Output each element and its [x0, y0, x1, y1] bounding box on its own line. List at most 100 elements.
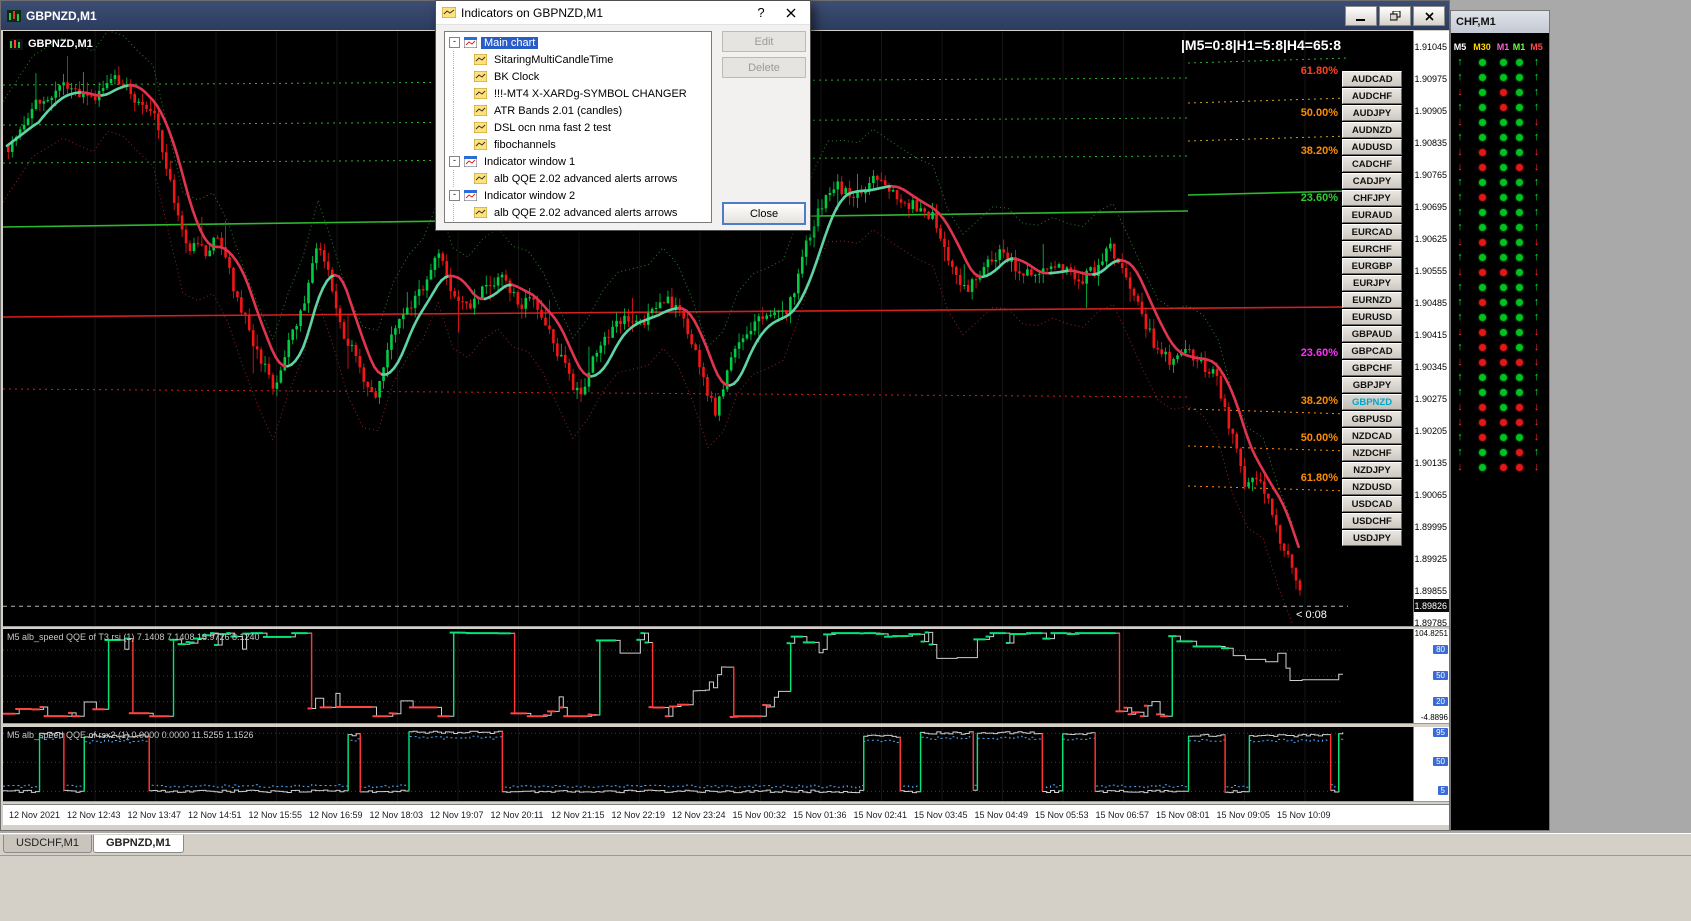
symbol-button-usdcad[interactable]: USDCAD: [1342, 496, 1402, 512]
collapse-icon[interactable]: -: [449, 37, 460, 48]
tree-item-atr-bands-2-01-candles[interactable]: ATR Bands 2.01 (candles): [445, 102, 711, 119]
signal-row-gbpjpy: ↓ ↓: [1451, 325, 1549, 340]
candle-countdown-label: < 0:08: [1296, 609, 1327, 621]
symbol-button-eurcad[interactable]: EURCAD: [1342, 224, 1402, 240]
indicator-icon: [474, 207, 487, 218]
signal-dot: [1515, 134, 1523, 141]
symbol-button-cadjpy[interactable]: CADJPY: [1342, 173, 1402, 189]
tree-item-dsl-ocn-nma-fast-2-test[interactable]: DSL ocn nma fast 2 test: [445, 119, 711, 136]
price-axis-label: 1.90065: [1414, 490, 1447, 500]
indicator-axis-label: 95: [1433, 728, 1448, 738]
symbol-button-chfjpy[interactable]: CHFJPY: [1342, 190, 1402, 206]
up-arrow-icon: ↑: [1457, 101, 1463, 113]
dialog-help-button[interactable]: ?: [746, 3, 776, 23]
indicator2-label: M5 alb_speed QQE of rsx2 (1) 0.0000 0.00…: [7, 730, 254, 740]
signal-column-header: M1: [1512, 41, 1526, 52]
up-arrow-icon: ↑: [1457, 431, 1463, 443]
signal-row-nzdjpy: ↓ ↓: [1451, 400, 1549, 415]
tab-gbpnzd-m1[interactable]: GBPNZD,M1: [92, 835, 184, 853]
delete-button[interactable]: Delete: [722, 57, 806, 78]
symbol-button-gbpcad[interactable]: GBPCAD: [1342, 343, 1402, 359]
symbol-button-nzdcad[interactable]: NZDCAD: [1342, 428, 1402, 444]
up-arrow-icon: ↑: [1533, 386, 1540, 398]
collapse-icon[interactable]: -: [449, 156, 460, 167]
symbol-button-eurchf[interactable]: EURCHF: [1342, 241, 1402, 257]
tree-item-alb-qqe-2-02-advanced-alerts-arrows[interactable]: alb QQE 2.02 advanced alerts arrows: [445, 170, 711, 187]
symbol-button-gbpchf[interactable]: GBPCHF: [1342, 360, 1402, 376]
time-axis-label: 12 Nov 16:59: [309, 810, 363, 820]
minimize-button[interactable]: [1345, 6, 1377, 26]
symbol-button-nzdjpy[interactable]: NZDJPY: [1342, 462, 1402, 478]
tree-item-indicator-window-1[interactable]: - Indicator window 1: [445, 153, 711, 170]
signal-dot: [1515, 419, 1523, 426]
fib-percent-label: 38.20%: [1300, 395, 1338, 407]
symbol-button-usdchf[interactable]: USDCHF: [1342, 513, 1402, 529]
symbol-button-usdjpy[interactable]: USDJPY: [1342, 530, 1402, 546]
price-axis-label: 1.89925: [1414, 554, 1447, 564]
symbol-button-eurusd[interactable]: EURUSD: [1342, 309, 1402, 325]
signal-row-eurjpy: ↓ ↓: [1451, 235, 1549, 250]
tree-guide: [453, 119, 474, 136]
symbol-button-gbpnzd[interactable]: GBPNZD: [1342, 394, 1402, 410]
symbol-button-gbpjpy[interactable]: GBPJPY: [1342, 377, 1402, 393]
symbol-button-audjpy[interactable]: AUDJPY: [1342, 105, 1402, 121]
symbol-button-cadchf[interactable]: CADCHF: [1342, 156, 1402, 172]
signal-dot: [1499, 374, 1507, 381]
symbol-button-eurgbp[interactable]: EURGBP: [1342, 258, 1402, 274]
tree-item-alb-qqe-2-02-advanced-alerts-arrows[interactable]: alb QQE 2.02 advanced alerts arrows: [445, 204, 711, 221]
tree-item-indicator-window-2[interactable]: - Indicator window 2: [445, 187, 711, 204]
restore-button[interactable]: [1379, 6, 1411, 26]
tab-usdchf-m1[interactable]: USDCHF,M1: [3, 835, 92, 853]
tree-item-sitaringmulticandletime[interactable]: SitaringMultiCandleTime: [445, 51, 711, 68]
chart-symbol-label: GBPNZD,M1: [9, 38, 93, 50]
dialog-titlebar[interactable]: Indicators on GBPNZD,M1 ?: [436, 1, 810, 25]
symbol-button-gbpaud[interactable]: GBPAUD: [1342, 326, 1402, 342]
dialog-close-button[interactable]: [776, 3, 806, 23]
down-arrow-icon: ↓: [1533, 236, 1540, 248]
signal-row-usdchf: ↑ ↑: [1451, 445, 1549, 460]
close-button[interactable]: [1413, 6, 1445, 26]
tree-item-fibochannels[interactable]: fibochannels: [445, 136, 711, 153]
osc1-canvas[interactable]: [3, 629, 1413, 723]
symbol-button-nzdchf[interactable]: NZDCHF: [1342, 445, 1402, 461]
edit-button[interactable]: Edit: [722, 31, 806, 52]
chart-window-icon: [464, 156, 477, 167]
signal-dot: [1515, 209, 1523, 216]
signal-row-eurnzd: ↑ ↑: [1451, 250, 1549, 265]
indicators-dialog-icon: [442, 7, 456, 18]
time-axis-label: 15 Nov 03:45: [914, 810, 968, 820]
down-arrow-icon: ↓: [1533, 161, 1540, 173]
indicator-window-1[interactable]: M5 alb_speed QQE of T3 rsi (1) 7.1408 7.…: [3, 629, 1413, 723]
signal-column-header: M5: [1530, 41, 1543, 52]
osc1-axis: 104.8251 80 50 20 -4.8896: [1413, 629, 1449, 723]
symbol-button-gbpusd[interactable]: GBPUSD: [1342, 411, 1402, 427]
tree-item-main-chart[interactable]: - Main chart: [445, 34, 711, 51]
up-arrow-icon: ↑: [1533, 251, 1540, 263]
tree-item-mt4-x-xardg-symbol-changer[interactable]: !!!-MT4 X-XARDg-SYMBOL CHANGER: [445, 85, 711, 102]
collapse-icon[interactable]: -: [449, 190, 460, 201]
symbol-button-nzdusd[interactable]: NZDUSD: [1342, 479, 1402, 495]
signal-dot: [1515, 194, 1523, 201]
symbol-button-euraud[interactable]: EURAUD: [1342, 207, 1402, 223]
signal-dot: [1478, 149, 1486, 156]
symbol-button-audcad[interactable]: AUDCAD: [1342, 71, 1402, 87]
usdchf-chart-window[interactable]: CHF,M1 M5 M30 M1 M1 M5 ↑ ↑ ↑ ↑ ↓ ↑ ↑ ↑ ↓ ↓ ↑ ↑ ↓ ↓ ↓ ↓ ↑ ↑ ↑ ↑ ↑ ↑…: [1450, 10, 1550, 831]
symbol-button-audusd[interactable]: AUDUSD: [1342, 139, 1402, 155]
symbol-button-eurnzd[interactable]: EURNZD: [1342, 292, 1402, 308]
price-axis[interactable]: 1.89826 1.91045 1.90975 1.90905 1.90835 1.90…: [1413, 31, 1449, 628]
up-arrow-icon: ↑: [1457, 131, 1463, 143]
symbol-button-eurjpy[interactable]: EURJPY: [1342, 275, 1402, 291]
symbol-button-audnzd[interactable]: AUDNZD: [1342, 122, 1402, 138]
indicator-icon: [474, 173, 487, 184]
tree-item-bk-clock[interactable]: BK Clock: [445, 68, 711, 85]
time-axis[interactable]: 12 Nov 2021 12 Nov 12:43 12 Nov 13:47 12 No…: [3, 804, 1449, 825]
indicator-window-2[interactable]: M5 alb_speed QQE of rsx2 (1) 0.0000 0.00…: [3, 727, 1413, 801]
symbol-button-audchf[interactable]: AUDCHF: [1342, 88, 1402, 104]
indicator-tree[interactable]: - Main chart SitaringMultiCandleTime BK Clo…: [444, 31, 712, 223]
fib-percent-label: 23.60%: [1300, 192, 1338, 204]
indicators-dialog[interactable]: Indicators on GBPNZD,M1 ? - Main chart Sit…: [435, 0, 811, 231]
usdchf-window-titlebar[interactable]: CHF,M1: [1451, 11, 1549, 33]
up-arrow-icon: ↑: [1457, 386, 1463, 398]
tree-item-label: fibochannels: [494, 138, 556, 151]
dialog-close-action-button[interactable]: Close: [722, 202, 806, 225]
